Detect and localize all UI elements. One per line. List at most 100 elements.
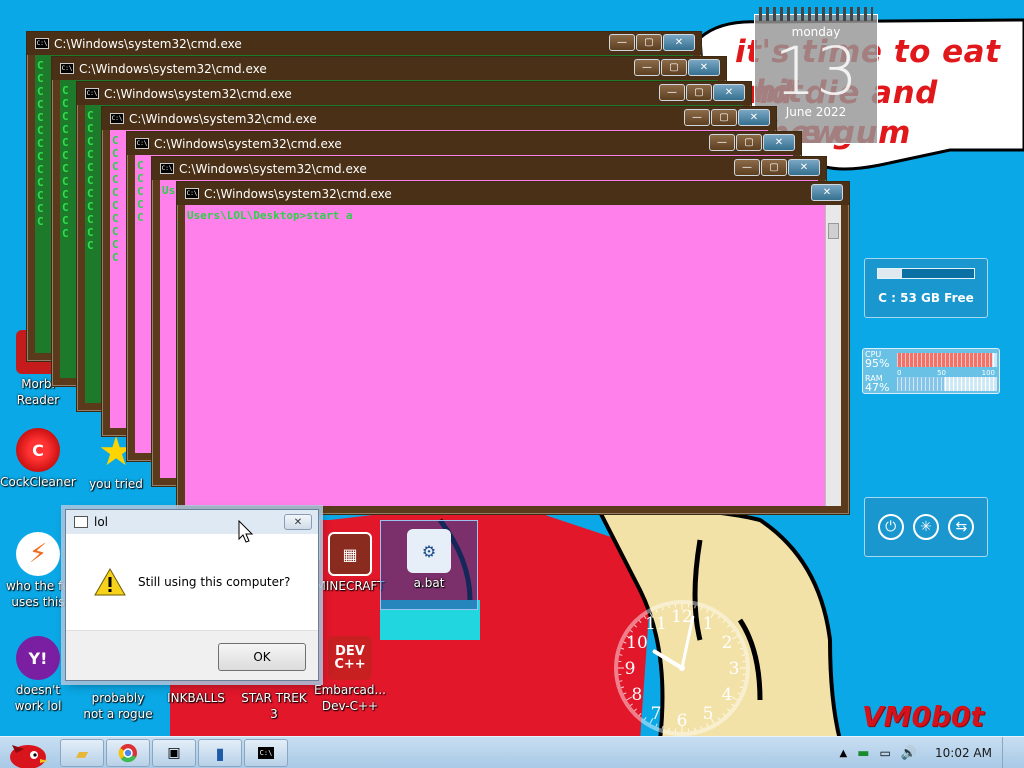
minimize-button[interactable]: —: [659, 84, 685, 101]
close-button[interactable]: ✕: [763, 134, 795, 151]
minimize-button[interactable]: —: [684, 109, 710, 126]
clock-tick: [619, 680, 623, 682]
clock-tick: [717, 615, 721, 619]
close-button[interactable]: ✕: [738, 109, 770, 126]
maximize-button[interactable]: ▢: [736, 134, 762, 151]
desktop-icon-cockcleaner[interactable]: C CockCleaner: [0, 428, 76, 490]
taskbar-book-button[interactable]: ▮: [198, 739, 242, 767]
clock-tick: [694, 727, 696, 731]
close-button[interactable]: ✕: [688, 59, 720, 76]
ok-button[interactable]: OK: [218, 643, 306, 671]
clock-number-8: 8: [632, 685, 643, 705]
clock-tick: [706, 723, 709, 727]
disk-usage-fill: [878, 269, 902, 278]
minimize-button[interactable]: —: [609, 34, 635, 51]
scrollbar-thumb[interactable]: [828, 223, 839, 239]
maximize-button[interactable]: ▢: [711, 109, 737, 126]
cmd-title-bar[interactable]: C:\ C:\Windows\system32\cmd.exe — ▢ ✕: [27, 32, 701, 55]
angry-bird-icon: [10, 745, 48, 768]
system-controls-gadget[interactable]: ⏻ ✳ ⇆: [864, 497, 988, 557]
disk-free-label: C : 53 GB Free: [878, 291, 974, 305]
clock-tick: [655, 723, 658, 727]
clock-tick: [661, 725, 664, 730]
cpu-ram-meter-gadget[interactable]: CPU 95% 0 50 100 RAM 47%: [862, 348, 1000, 394]
show-desktop-button[interactable]: [1002, 737, 1014, 768]
devcpp-icon: DEV C++: [328, 636, 372, 680]
maximize-button[interactable]: ▢: [661, 59, 687, 76]
close-button[interactable]: ✕: [713, 84, 745, 101]
close-button[interactable]: ✕: [788, 159, 820, 176]
taskbar-monitor-button[interactable]: ▣: [152, 739, 196, 767]
taskbar-chrome-button[interactable]: [106, 739, 150, 767]
maximize-button[interactable]: ▢: [686, 84, 712, 101]
volume-icon[interactable]: 🔊: [901, 746, 917, 761]
minecraft-icon: ▦: [328, 532, 372, 576]
clock-tick: [726, 624, 730, 628]
clock-tick: [655, 609, 658, 613]
ram-fill: [897, 377, 944, 391]
cmd-title: C:\Windows\system32\cmd.exe: [154, 136, 342, 151]
minimize-button[interactable]: —: [634, 59, 660, 76]
close-button[interactable]: ✕: [811, 184, 843, 201]
switch-icon[interactable]: ⇆: [948, 514, 975, 540]
taskbar-cmd-button[interactable]: C:\: [244, 739, 288, 767]
icon-label: Reader: [16, 393, 60, 407]
show-hidden-icons-button[interactable]: ▲: [840, 748, 848, 759]
cmd-title-bar[interactable]: C:\ C:\Windows\system32\cmd.exe ✕: [177, 182, 849, 205]
clock-tick: [638, 712, 642, 716]
action-center-icon[interactable]: ▭: [880, 746, 891, 760]
cmd-title-bar[interactable]: C:\ C:\Windows\system32\cmd.exe — ▢ ✕: [102, 107, 776, 130]
clock-tick: [722, 620, 726, 624]
clock-tick: [661, 606, 664, 611]
drive-meter-gadget[interactable]: C : 53 GB Free: [864, 258, 988, 318]
cmd-title-bar[interactable]: C:\ C:\Windows\system32\cmd.exe — ▢ ✕: [77, 82, 751, 105]
network-icon[interactable]: ▬: [857, 746, 869, 761]
minimize-button[interactable]: —: [709, 134, 735, 151]
icon-label: CockCleaner: [0, 475, 76, 489]
book-icon: ▮: [215, 743, 225, 763]
start-button[interactable]: [2, 737, 54, 768]
dialog-title: lol: [94, 515, 109, 529]
cmd-title-bar[interactable]: C:\ C:\Windows\system32\cmd.exe — ▢ ✕: [127, 132, 801, 155]
desktop-icon-minecraft[interactable]: ▦ MINECRAFT: [312, 532, 388, 594]
minimize-button[interactable]: —: [734, 159, 760, 176]
cmd-title-bar[interactable]: C:\ C:\Windows\system32\cmd.exe — ▢ ✕: [52, 57, 726, 80]
settings-icon[interactable]: ✳: [912, 514, 939, 540]
maximize-button[interactable]: ▢: [761, 159, 787, 176]
clock-tick: [731, 696, 738, 701]
clock-number-2: 2: [722, 633, 733, 653]
clock-tick: [668, 727, 670, 731]
clock-tick: [739, 647, 744, 650]
cmd-icon: C:\: [160, 163, 174, 174]
desktop-icon-probably[interactable]: probably not a rogue: [80, 688, 156, 722]
dialog-close-button[interactable]: ✕: [284, 514, 312, 530]
cmd-scrollbar[interactable]: [825, 205, 841, 506]
clock-tick: [638, 620, 642, 624]
taskbar-explorer-button[interactable]: ▰: [60, 739, 104, 767]
desktop-icon-inkballs[interactable]: INKBALLS: [158, 688, 234, 706]
taskbar: ▰ ▣ ▮ C:\ ▲ ▬ ▭ 🔊 10:02 AM: [0, 736, 1024, 768]
cmd-title: C:\Windows\system32\cmd.exe: [204, 186, 392, 201]
dialog-title-bar[interactable]: lol ✕: [66, 510, 318, 534]
cmd-title: C:\Windows\system32\cmd.exe: [129, 111, 317, 126]
clock-number-9: 9: [625, 659, 636, 679]
icon-label: doesn't: [15, 683, 61, 697]
clock-tick: [726, 708, 730, 712]
cpu-bar: [897, 353, 997, 367]
clock-number-6: 6: [677, 711, 688, 731]
cmd-window-7[interactable]: C:\ C:\Windows\system32\cmd.exe ✕ Users\L…: [176, 181, 850, 515]
analog-clock-gadget[interactable]: 12 12 3 45678 9 1011: [612, 598, 752, 738]
desktop-icon-star-trek[interactable]: STAR TREK 3: [236, 688, 312, 722]
taskbar-clock[interactable]: 10:02 AM: [935, 746, 992, 760]
maximize-button[interactable]: ▢: [636, 34, 662, 51]
desktop-icon-a-bat[interactable]: ⚙ a.bat: [380, 520, 478, 610]
message-box-dialog[interactable]: lol ✕ Still using this computer? OK: [65, 509, 319, 681]
desktop-icon-devcpp[interactable]: DEV C++ Embarcad... Dev-C++: [312, 636, 388, 714]
cmd-console[interactable]: Users\LOL\Desktop>start a: [185, 205, 825, 506]
mouse-cursor-icon: [238, 520, 254, 543]
cmd-title: C:\Windows\system32\cmd.exe: [104, 86, 292, 101]
cmd-icon: C:\: [85, 88, 99, 99]
cmd-title-bar[interactable]: C:\ C:\Windows\system32\cmd.exe — ▢ ✕: [152, 157, 826, 180]
power-icon[interactable]: ⏻: [877, 514, 904, 540]
close-button[interactable]: ✕: [663, 34, 695, 51]
